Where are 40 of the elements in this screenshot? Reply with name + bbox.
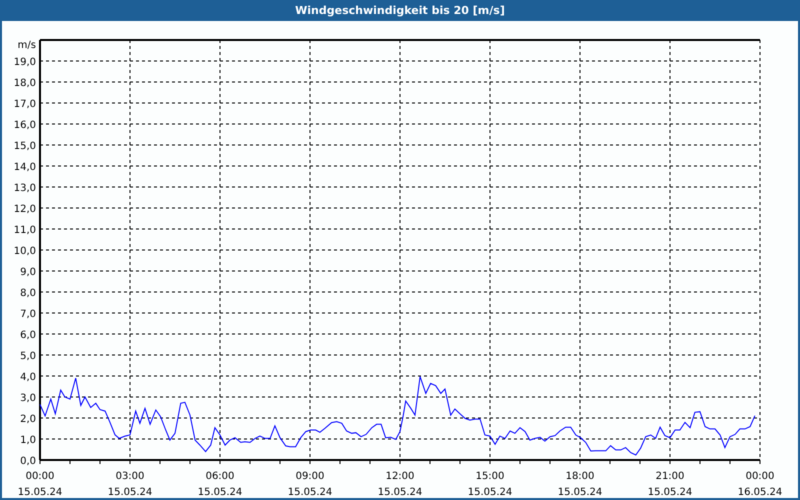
y-tick-label: 3,0 [20, 393, 36, 404]
window-title: Windgeschwindigkeit bis 20 [m/s] [295, 4, 505, 17]
date-label: 15.05.24 [558, 487, 602, 498]
y-tick-label: 14,0 [14, 162, 36, 173]
y-tick-label: 0,0 [20, 456, 36, 467]
y-tick-label: 18,0 [14, 78, 36, 89]
date-label: 16.05.24 [738, 487, 782, 498]
x-tick-label: 03:00 [116, 471, 144, 482]
y-tick-label: 12,0 [14, 204, 36, 215]
y-tick-label: 17,0 [14, 99, 36, 110]
x-tick-label: 00:00 [26, 471, 54, 482]
y-tick-label: 19,0 [14, 57, 36, 68]
unit-label: m/s [18, 40, 36, 51]
y-tick-label: 11,0 [14, 225, 36, 236]
x-tick-label: 12:00 [386, 471, 414, 482]
y-tick-label: 7,0 [20, 309, 36, 320]
y-tick-label: 16,0 [14, 120, 36, 131]
y-tick-label: 8,0 [20, 288, 36, 299]
x-tick-label: 15:00 [476, 471, 504, 482]
x-tick-label: 06:00 [206, 471, 234, 482]
date-label: 15.05.24 [108, 487, 152, 498]
y-tick-label: 13,0 [14, 183, 36, 194]
x-tick-label: 18:00 [566, 471, 594, 482]
x-tick-label: 09:00 [296, 471, 324, 482]
y-tick-label: 2,0 [20, 414, 36, 425]
y-tick-label: 4,0 [20, 372, 36, 383]
y-tick-label: 5,0 [20, 351, 36, 362]
x-tick-label: 00:00 [746, 471, 774, 482]
x-tick-label: 21:00 [656, 471, 684, 482]
date-label: 15.05.24 [288, 487, 332, 498]
date-label: 15.05.24 [648, 487, 692, 498]
y-tick-label: 15,0 [14, 141, 36, 152]
date-label: 15.05.24 [378, 487, 422, 498]
date-label: 15.05.24 [468, 487, 512, 498]
date-label: 15.05.24 [18, 487, 62, 498]
date-label: 15.05.24 [198, 487, 242, 498]
y-tick-label: 6,0 [20, 330, 36, 341]
y-tick-label: 10,0 [14, 246, 36, 257]
y-tick-label: 9,0 [20, 267, 36, 278]
y-tick-label: 1,0 [20, 435, 36, 446]
